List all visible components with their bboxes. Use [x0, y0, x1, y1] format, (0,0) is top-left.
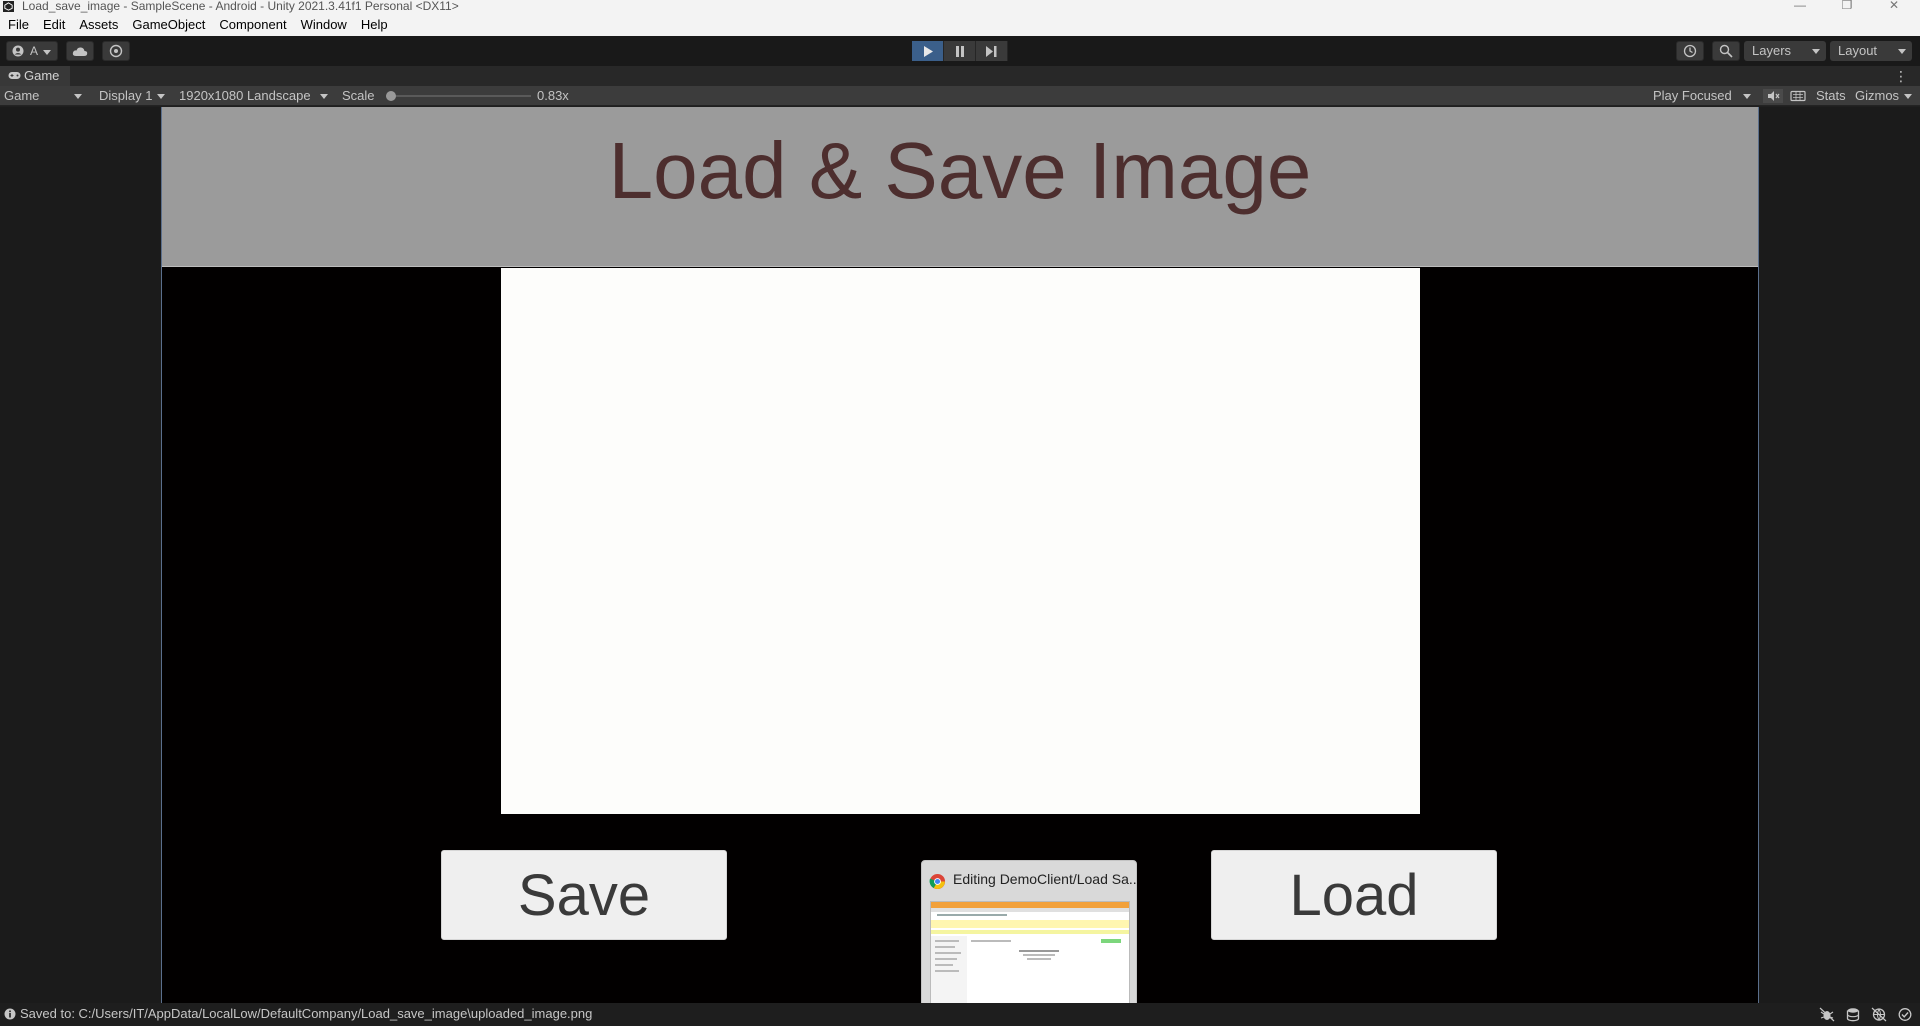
taskbar-window-preview[interactable]: Editing DemoClient/Load Sa...	[921, 860, 1137, 1017]
chrome-icon	[929, 873, 946, 890]
minimize-button[interactable]: —	[1780, 0, 1820, 12]
window-title: Load_save_image - SampleScene - Android …	[22, 0, 459, 13]
stats-button[interactable]: Stats	[1816, 86, 1846, 106]
search-icon	[1719, 44, 1733, 58]
resolution-dropdown[interactable]: 1920x1080 Landscape	[179, 86, 334, 106]
main-toolbar: A Layers Layout	[0, 36, 1920, 66]
collab-icon	[109, 44, 123, 58]
image-display-panel	[501, 268, 1420, 814]
info-icon	[4, 1008, 16, 1020]
tab-strip: Game ⋮	[0, 66, 1920, 86]
game-view-toolbar: Game Display 1 1920x1080 Landscape Scale…	[0, 86, 1920, 106]
scale-value: 0.83x	[537, 88, 569, 103]
layers-label: Layers	[1752, 43, 1792, 58]
keyboard-icon[interactable]	[1788, 89, 1808, 103]
restore-button[interactable]: ❐	[1827, 0, 1867, 12]
tab-game[interactable]: Game	[0, 66, 70, 86]
play-focused-dropdown[interactable]: Play Focused	[1653, 86, 1757, 106]
step-icon	[986, 45, 997, 57]
chevron-down-icon	[43, 50, 51, 55]
database-icon[interactable]	[1845, 1007, 1861, 1022]
menu-gameobject[interactable]: GameObject	[132, 14, 205, 36]
account-dropdown[interactable]: A	[6, 41, 58, 61]
account-icon	[12, 45, 24, 57]
load-button[interactable]: Load	[1211, 850, 1497, 940]
scale-slider-knob[interactable]	[386, 91, 396, 101]
scale-slider[interactable]	[386, 95, 531, 97]
gamepad-icon	[8, 72, 21, 79]
cloud-button[interactable]	[66, 41, 94, 61]
history-icon	[1683, 44, 1697, 58]
play-focused-label: Play Focused	[1653, 88, 1732, 103]
tab-label: Game	[24, 68, 60, 83]
display-dropdown[interactable]: Display 1	[99, 86, 171, 106]
menu-window[interactable]: Window	[301, 14, 347, 36]
game-view-dropdown-label: Game	[4, 88, 40, 103]
cloud-icon	[72, 46, 88, 56]
scale-label: Scale	[342, 88, 375, 103]
more-options-icon[interactable]: ⋮	[1894, 68, 1908, 85]
play-icon	[923, 45, 933, 57]
header-title: Load & Save Image	[608, 126, 1312, 215]
menu-file[interactable]: File	[8, 14, 29, 36]
play-button[interactable]	[912, 41, 944, 61]
window-title-bar: Load_save_image - SampleScene - Android …	[0, 0, 1920, 14]
menu-edit[interactable]: Edit	[43, 14, 65, 36]
check-circle-icon[interactable]	[1897, 1007, 1913, 1022]
account-label: A	[30, 44, 39, 58]
chevron-down-icon	[1898, 49, 1906, 54]
chevron-down-icon	[1743, 94, 1751, 99]
layout-dropdown[interactable]: Layout	[1830, 41, 1912, 61]
play-controls	[912, 41, 1008, 61]
preview-thumbnail-image	[931, 902, 1129, 1010]
bug-icon[interactable]	[1819, 1007, 1835, 1022]
status-message[interactable]: Saved to: C:/Users/IT/AppData/LocalLow/D…	[20, 1006, 592, 1021]
mute-audio-icon[interactable]	[1763, 89, 1783, 103]
display-dropdown-label: Display 1	[99, 88, 153, 103]
step-button[interactable]	[976, 41, 1008, 61]
chevron-down-icon	[1904, 94, 1912, 99]
chevron-down-icon	[157, 94, 165, 99]
gizmos-dropdown[interactable]: Gizmos	[1855, 86, 1918, 106]
menu-assets[interactable]: Assets	[79, 14, 118, 36]
gizmos-label: Gizmos	[1855, 88, 1900, 103]
game-view-dropdown[interactable]: Game	[4, 86, 88, 106]
menu-bar: File Edit Assets GameObject Component Wi…	[0, 14, 1920, 36]
menu-help[interactable]: Help	[361, 14, 388, 36]
resolution-dropdown-label: 1920x1080 Landscape	[179, 88, 311, 103]
preview-title: Editing DemoClient/Load Sa...	[953, 871, 1137, 887]
search-button[interactable]	[1712, 41, 1740, 61]
chevron-down-icon	[74, 94, 82, 99]
layout-label: Layout	[1838, 43, 1878, 58]
save-button[interactable]: Save	[441, 850, 727, 940]
close-window-button[interactable]: ✕	[1874, 0, 1914, 12]
collab-button[interactable]	[102, 41, 130, 61]
history-button[interactable]	[1676, 41, 1704, 61]
menu-component[interactable]: Component	[219, 14, 286, 36]
pause-button[interactable]	[944, 41, 976, 61]
network-off-icon[interactable]	[1871, 1007, 1887, 1022]
chevron-down-icon	[320, 94, 328, 99]
layers-dropdown[interactable]: Layers	[1744, 41, 1826, 61]
preview-thumbnail	[930, 901, 1130, 1011]
chevron-down-icon	[1812, 49, 1820, 54]
status-bar: Saved to: C:/Users/IT/AppData/LocalLow/D…	[0, 1003, 1920, 1026]
pause-icon	[955, 45, 964, 57]
unity-logo-icon	[3, 1, 14, 12]
